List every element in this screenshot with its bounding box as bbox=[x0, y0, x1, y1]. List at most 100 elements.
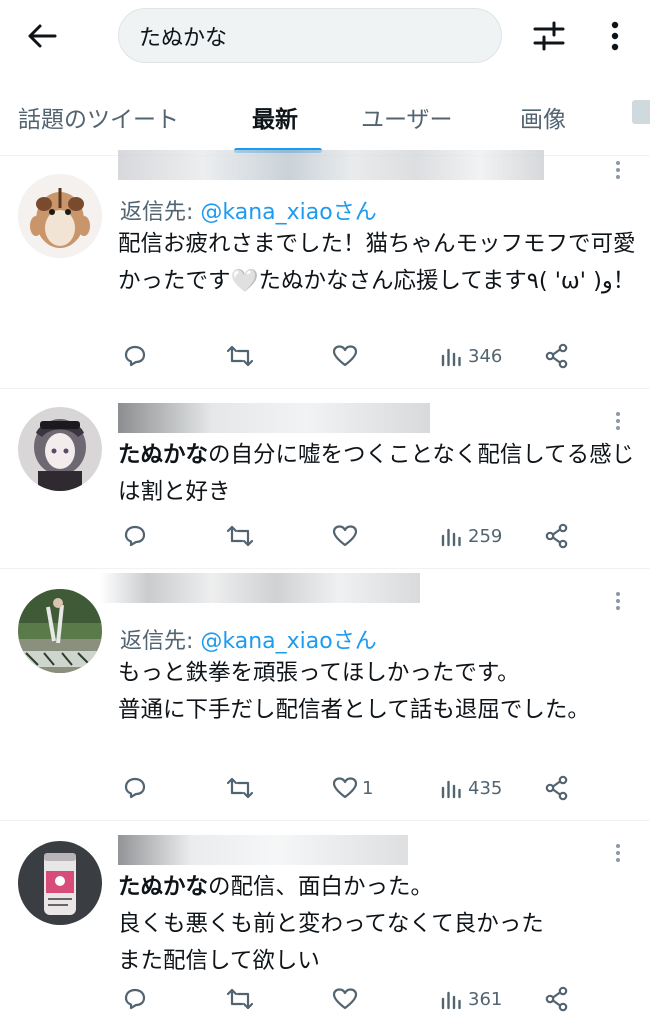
tweet-text: たぬかなの配信、面白かった。 良くも悪くも前と変わってなくて良かった また配信し… bbox=[118, 869, 638, 980]
tweet-text-line: もっと鉄拳を頑張ってほしかったです。 bbox=[118, 660, 520, 686]
reply-to: 返信先: @kana_xiaoさん bbox=[120, 194, 377, 226]
tweet-text: 配信お疲れさまでした！猫ちゃんモッフモフで可愛かったです🤍たぬかなさん応援してま… bbox=[118, 231, 636, 294]
avatar[interactable] bbox=[18, 589, 102, 673]
like-button[interactable]: 1 bbox=[332, 768, 373, 808]
reply-icon bbox=[124, 988, 146, 1010]
analytics-icon bbox=[441, 528, 461, 547]
analytics-icon bbox=[441, 780, 461, 799]
more-vertical-icon bbox=[616, 844, 620, 862]
tweet[interactable]: たぬかなの自分に嘘をつくことなく配信してる感じは割と好き 259 bbox=[0, 389, 650, 569]
tweet-text-rest: の配信、面白かった。 bbox=[208, 874, 434, 900]
reply-prefix: 返信先: bbox=[120, 629, 201, 654]
retweet-button[interactable] bbox=[226, 516, 254, 556]
tab-overflow[interactable] bbox=[632, 100, 650, 126]
view-count: 435 bbox=[468, 777, 503, 799]
like-button[interactable] bbox=[332, 516, 362, 556]
reply-button[interactable] bbox=[122, 336, 148, 376]
reply-icon bbox=[124, 345, 146, 367]
more-options-button[interactable] bbox=[600, 17, 630, 55]
search-query: たぬかな bbox=[139, 25, 228, 51]
like-count: 1 bbox=[362, 777, 374, 799]
heart-icon bbox=[332, 988, 358, 1010]
reply-button[interactable] bbox=[122, 768, 148, 808]
reply-icon bbox=[124, 777, 146, 799]
more-vertical-icon bbox=[611, 21, 619, 51]
like-button[interactable] bbox=[332, 336, 362, 376]
tweet-text-line: また配信して欲しい bbox=[118, 948, 320, 974]
avatar-image bbox=[18, 407, 102, 491]
tweet-actions: 346 bbox=[0, 336, 650, 376]
like-button[interactable] bbox=[332, 979, 362, 1019]
heart-icon bbox=[332, 777, 358, 799]
reply-to: 返信先: @kana_xiaoさん bbox=[120, 623, 377, 655]
heart-icon bbox=[332, 525, 358, 547]
retweet-icon bbox=[226, 988, 254, 1010]
more-vertical-icon bbox=[616, 592, 620, 610]
tab-photos[interactable]: 画像 bbox=[520, 100, 566, 134]
tweet-more-button[interactable] bbox=[608, 589, 628, 613]
reply-icon bbox=[124, 525, 146, 547]
share-icon bbox=[545, 986, 568, 1012]
search-term-mention: たぬかな bbox=[118, 874, 209, 900]
views-button[interactable]: 259 bbox=[440, 516, 502, 556]
view-count: 361 bbox=[468, 988, 503, 1010]
share-icon bbox=[545, 775, 568, 801]
retweet-icon bbox=[226, 777, 254, 799]
tab-latest[interactable]: 最新 bbox=[252, 100, 298, 134]
views-button[interactable]: 346 bbox=[440, 336, 502, 376]
retweet-button[interactable] bbox=[226, 336, 254, 376]
avatar[interactable] bbox=[18, 841, 102, 925]
retweet-icon bbox=[226, 345, 254, 367]
tweet-actions: 361 bbox=[0, 979, 650, 1019]
analytics-icon bbox=[441, 991, 461, 1010]
retweet-icon bbox=[226, 525, 254, 547]
more-vertical-icon bbox=[616, 161, 620, 179]
tweet[interactable]: たぬかなの配信、面白かった。 良くも悪くも前と変わってなくて良かった また配信し… bbox=[0, 821, 650, 1029]
reply-handle-link[interactable]: @kana_xiaoさん bbox=[200, 200, 376, 225]
share-button[interactable] bbox=[544, 516, 570, 556]
avatar[interactable] bbox=[18, 407, 102, 491]
views-button[interactable]: 361 bbox=[440, 979, 502, 1019]
user-header-redacted bbox=[118, 403, 430, 433]
reply-handle-link[interactable]: @kana_xiaoさん bbox=[200, 629, 376, 654]
tab-top[interactable]: 話題のツイート bbox=[18, 100, 179, 134]
analytics-icon bbox=[441, 348, 461, 367]
tweet-text-line: たぬかなの配信、面白かった。 bbox=[118, 869, 638, 906]
user-header-redacted bbox=[118, 835, 408, 865]
avatar[interactable] bbox=[18, 174, 102, 258]
back-button[interactable] bbox=[22, 18, 62, 54]
tweet-more-button[interactable] bbox=[608, 841, 628, 865]
view-count: 259 bbox=[468, 525, 503, 547]
top-bar: たぬかな bbox=[0, 0, 650, 76]
filter-button[interactable] bbox=[530, 17, 568, 55]
tweet-more-button[interactable] bbox=[608, 158, 628, 182]
tweet-text: たぬかなの自分に嘘をつくことなく配信してる感じは割と好き bbox=[118, 437, 638, 511]
share-button[interactable] bbox=[544, 979, 570, 1019]
arrow-left-icon bbox=[28, 24, 57, 48]
user-header-redacted bbox=[100, 573, 420, 603]
retweet-button[interactable] bbox=[226, 979, 254, 1019]
avatar-image bbox=[18, 589, 102, 673]
tweet-text-line: 普通に下手だし配信者として話も退屈でした。 bbox=[118, 697, 590, 723]
tweet-text: もっと鉄拳を頑張ってほしかったです。 普通に下手だし配信者として話も退屈でした。 bbox=[118, 655, 638, 729]
tweet[interactable]: 返信先: @kana_xiaoさん もっと鉄拳を頑張ってほしかったです。 普通に… bbox=[0, 569, 650, 821]
share-icon bbox=[545, 343, 568, 369]
tweet[interactable]: 返信先: @kana_xiaoさん 配信お疲れさまでした！猫ちゃんモッフモフで可… bbox=[0, 150, 650, 389]
search-input[interactable]: たぬかな bbox=[118, 8, 502, 63]
search-tabs: 話題のツイート 最新 ユーザー 画像 bbox=[0, 76, 650, 156]
search-term-mention: たぬかな bbox=[118, 442, 209, 468]
tweet-actions: 259 bbox=[0, 516, 650, 556]
more-vertical-icon bbox=[616, 412, 620, 430]
reply-button[interactable] bbox=[122, 516, 148, 556]
share-icon bbox=[545, 523, 568, 549]
heart-icon bbox=[332, 345, 358, 367]
share-button[interactable] bbox=[544, 336, 570, 376]
avatar-image bbox=[18, 841, 102, 925]
reply-button[interactable] bbox=[122, 979, 148, 1019]
share-button[interactable] bbox=[544, 768, 570, 808]
views-button[interactable]: 435 bbox=[440, 768, 502, 808]
view-count: 346 bbox=[468, 345, 503, 367]
retweet-button[interactable] bbox=[226, 768, 254, 808]
tab-people[interactable]: ユーザー bbox=[361, 100, 453, 134]
tweet-more-button[interactable] bbox=[608, 409, 628, 433]
